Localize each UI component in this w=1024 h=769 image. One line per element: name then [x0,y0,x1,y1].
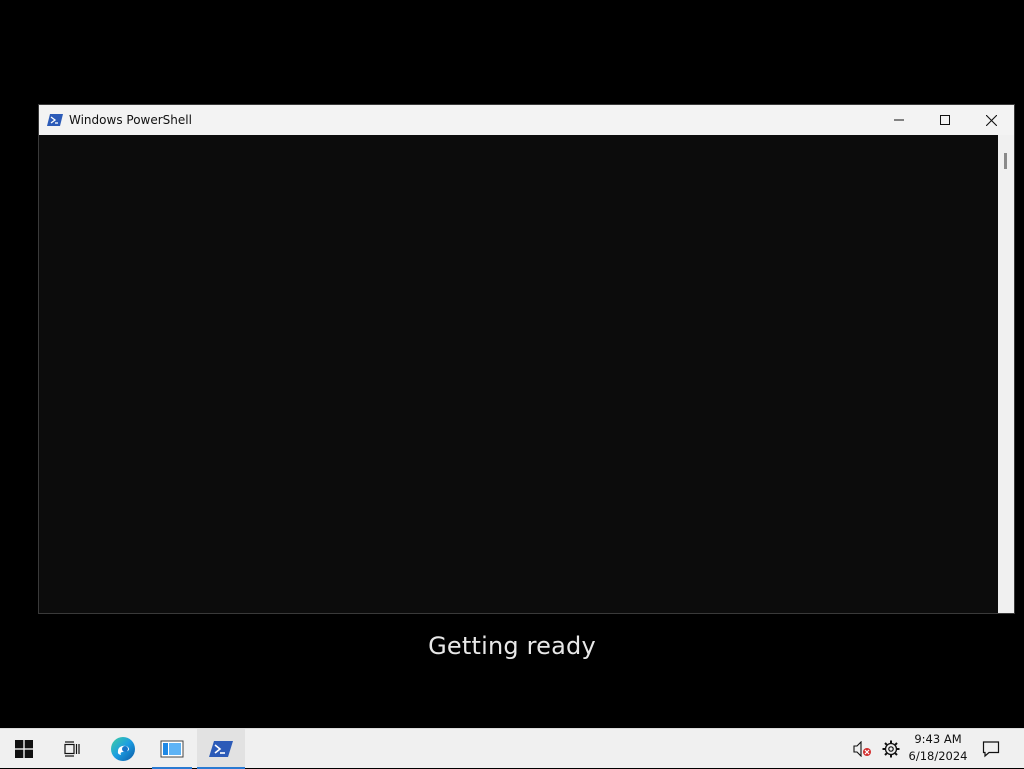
settings-tray-button[interactable] [878,729,904,769]
vertical-scrollbar[interactable] [998,135,1014,613]
close-icon [985,114,997,126]
window-titlebar[interactable]: Windows PowerShell [39,105,1014,135]
clock-time: 9:43 AM [914,732,962,746]
volume-muted-button[interactable] [850,729,874,769]
minimize-icon [894,119,904,121]
file-explorer-taskbar-button[interactable] [152,729,192,769]
tray-clock[interactable]: 9:43 AM 6/18/2024 [906,731,970,765]
console-area[interactable] [39,135,998,613]
edge-icon [111,737,135,761]
powershell-icon [209,741,233,757]
powershell-window[interactable]: Windows PowerShell [38,104,1015,614]
maximize-button[interactable] [922,105,968,135]
notification-icon [982,741,1000,758]
clock-date: 6/18/2024 [908,749,968,763]
scrollbar-thumb[interactable] [1004,153,1007,169]
task-view-icon [64,741,80,757]
window-controls [876,105,1014,135]
edge-taskbar-button[interactable] [99,729,147,769]
desktop: Windows PowerShell Getting ready [0,0,1024,728]
setup-status-text: Getting ready [428,632,596,660]
minimize-button[interactable] [876,105,922,135]
start-icon [15,740,33,758]
close-button[interactable] [968,105,1014,135]
start-button[interactable] [0,729,48,769]
maximize-icon [940,115,950,125]
task-view-button[interactable] [48,729,96,769]
powershell-icon [47,114,63,126]
gear-icon [882,740,900,758]
window-title: Windows PowerShell [69,113,192,127]
taskbar: 9:43 AM 6/18/2024 [0,728,1024,769]
file-explorer-icon [160,740,184,758]
notifications-button[interactable] [978,729,1004,769]
volume-muted-icon [853,741,871,757]
powershell-taskbar-button[interactable] [197,729,245,769]
